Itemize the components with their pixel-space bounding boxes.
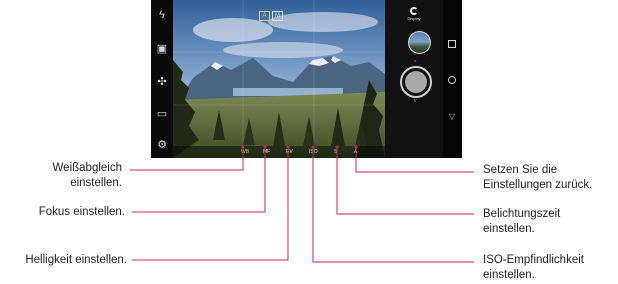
label-brightness: Helligkeit einstellen. [25,254,127,266]
label-iso-line1: ISO-Empfindlichkeit [483,254,584,266]
label-reset-line1: Setzen Sie die [483,164,558,176]
label-shutter-speed: Belichtungszeit einstellen. [483,207,560,237]
label-iso-line2: einstellen. [483,269,535,281]
callout-lines [130,145,474,263]
label-white-balance: Weißabgleich einstellen. [53,161,122,191]
callout-shutter-speed [336,147,474,215]
label-reset-line2: Einstellungen zurück. [483,179,593,191]
label-reset: Setzen Sie die Einstellungen zurück. [483,163,592,193]
callout-focus [132,147,266,213]
label-white-balance-line1: Weißabgleich [52,162,122,174]
label-iso: ISO-Empfindlichkeit einstellen. [483,253,584,283]
label-focus: Fokus einstellen. [38,206,125,218]
label-white-balance-line2: einstellen. [70,177,122,189]
callout-reset [355,147,474,173]
label-shutter-speed-line1: Belichtungszeit [483,208,561,220]
callout-white-balance [130,147,244,171]
label-shutter-speed-line2: einstellen. [483,223,535,235]
